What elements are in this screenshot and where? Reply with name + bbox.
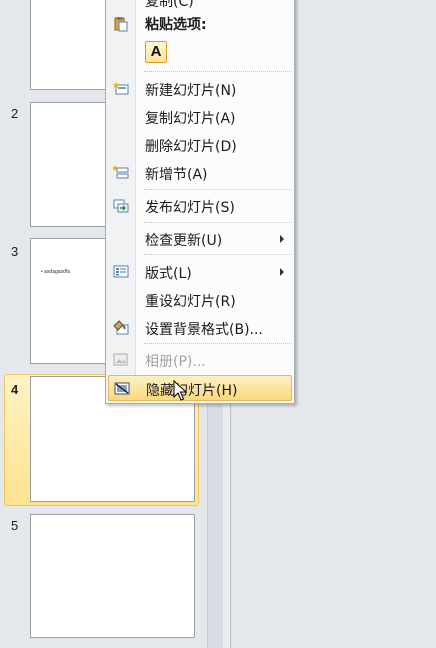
- context-menu: 复制(C) 粘贴选项: A 新建幻灯片(N) 复制幻灯片(A) 删除幻灯片(D): [105, 0, 295, 404]
- menu-separator: [144, 71, 292, 72]
- new-slide-icon: [113, 81, 129, 97]
- menu-item-label: 复制幻灯片(A): [145, 111, 236, 127]
- layout-icon: [113, 264, 129, 280]
- photo-album-icon: [113, 352, 129, 368]
- submenu-arrow-icon: [280, 268, 284, 276]
- menu-item-label: 删除幻灯片(D): [145, 139, 237, 155]
- paste-icon: [113, 16, 129, 32]
- format-background-icon: [113, 320, 129, 336]
- menu-item-label: 相册(P)...: [145, 354, 206, 370]
- menu-item-label: 隐藏幻灯片(H): [146, 383, 238, 399]
- menu-item-label: 检查更新(U): [145, 233, 223, 249]
- menu-item-label: 设置背景格式(B)...: [145, 322, 263, 338]
- mouse-pointer-icon: [173, 380, 187, 401]
- menu-item-new-slide[interactable]: 新建幻灯片(N): [108, 76, 292, 102]
- menu-item-copy[interactable]: 复制(C): [108, 0, 292, 13]
- menu-separator: [144, 222, 292, 223]
- hide-slide-icon: [114, 381, 130, 397]
- paste-keep-text-only-button[interactable]: A: [145, 41, 167, 63]
- menu-item-label: 重设幻灯片(R): [145, 294, 236, 310]
- menu-item-reset-slide[interactable]: 重设幻灯片(R): [108, 287, 292, 313]
- menu-item-format-background[interactable]: 设置背景格式(B)...: [108, 315, 292, 341]
- slide-number: 3: [11, 244, 19, 259]
- menu-item-photo-album: 相册(P)...: [108, 347, 292, 373]
- menu-item-label: 新建幻灯片(N): [145, 83, 237, 99]
- menu-item-label: 复制(C): [145, 0, 194, 10]
- menu-item-layout[interactable]: 版式(L): [108, 259, 292, 285]
- publish-slides-icon: [113, 198, 129, 214]
- menu-item-delete-slide[interactable]: 删除幻灯片(D): [108, 132, 292, 158]
- slide-thumbnail[interactable]: [30, 514, 195, 638]
- menu-separator: [144, 254, 292, 255]
- menu-item-label: 新增节(A): [145, 167, 208, 183]
- slide-thumbnail-text: • asdagasdfa: [41, 269, 70, 275]
- menu-item-add-section[interactable]: 新增节(A): [108, 160, 292, 186]
- menu-item-label: 版式(L): [145, 266, 192, 282]
- menu-separator: [144, 189, 292, 190]
- add-section-icon: [112, 165, 129, 181]
- slide-number: 4: [11, 382, 19, 397]
- paste-options-header: 粘贴选项:: [145, 17, 207, 33]
- menu-item-label: 发布幻灯片(S): [145, 200, 235, 216]
- menu-item-publish-slides[interactable]: 发布幻灯片(S): [108, 193, 292, 219]
- menu-item-duplicate-slide[interactable]: 复制幻灯片(A): [108, 104, 292, 130]
- submenu-arrow-icon: [280, 235, 284, 243]
- menu-separator: [144, 343, 292, 344]
- menu-item-check-updates[interactable]: 检查更新(U): [108, 226, 292, 252]
- slide-number: 2: [11, 106, 19, 121]
- menu-item-hide-slide[interactable]: 隐藏幻灯片(H): [108, 375, 292, 401]
- slide-number: 5: [11, 518, 19, 533]
